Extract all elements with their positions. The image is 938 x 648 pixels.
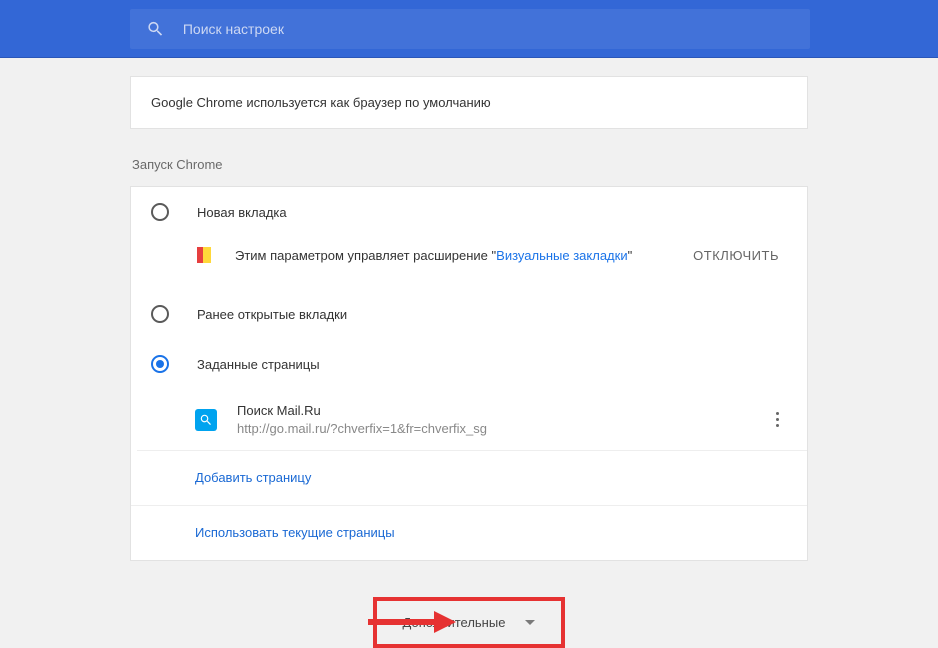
startup-card: Новая вкладка Этим параметром управляет … [130, 186, 808, 561]
extension-notice-text: Этим параметром управляет расширение "Ви… [235, 248, 693, 263]
radio-label: Заданные страницы [197, 357, 320, 372]
radio-icon[interactable] [151, 355, 169, 373]
radio-label: Новая вкладка [197, 205, 287, 220]
radio-option-continue[interactable]: Ранее открытые вкладки [131, 289, 807, 339]
extension-link[interactable]: Визуальные закладки [496, 248, 627, 263]
radio-option-specific[interactable]: Заданные страницы [131, 339, 807, 389]
disable-button[interactable]: ОТКЛЮЧИТЬ [693, 248, 779, 263]
search-icon [146, 19, 165, 39]
page-text: Поиск Mail.Ru http://go.mail.ru/?chverfi… [237, 403, 768, 436]
radio-icon[interactable] [151, 305, 169, 323]
page-entry: Поиск Mail.Ru http://go.mail.ru/?chverfi… [137, 389, 807, 451]
startup-section-title: Запуск Chrome [132, 157, 808, 172]
radio-label: Ранее открытые вкладки [197, 307, 347, 322]
add-page-link[interactable]: Добавить страницу [131, 451, 807, 506]
extension-notice: Этим параметром управляет расширение "Ви… [131, 237, 807, 289]
main-content: Google Chrome используется как браузер п… [0, 76, 938, 648]
page-title: Поиск Mail.Ru [237, 403, 768, 418]
default-browser-card: Google Chrome используется как браузер п… [130, 76, 808, 129]
default-browser-text: Google Chrome используется как браузер п… [151, 95, 491, 110]
radio-option-new-tab[interactable]: Новая вкладка [131, 187, 807, 237]
more-icon[interactable] [768, 405, 787, 434]
advanced-row: Дополнительные [130, 597, 808, 648]
page-url: http://go.mail.ru/?chverfix=1&fr=chverfi… [237, 421, 768, 436]
chevron-down-icon [525, 618, 535, 628]
radio-icon[interactable] [151, 203, 169, 221]
use-current-link[interactable]: Использовать текущие страницы [131, 506, 807, 560]
header [0, 0, 938, 58]
extension-icon [197, 245, 217, 265]
search-bar[interactable] [130, 9, 810, 49]
search-input[interactable] [183, 21, 794, 37]
page-favicon [195, 409, 217, 431]
